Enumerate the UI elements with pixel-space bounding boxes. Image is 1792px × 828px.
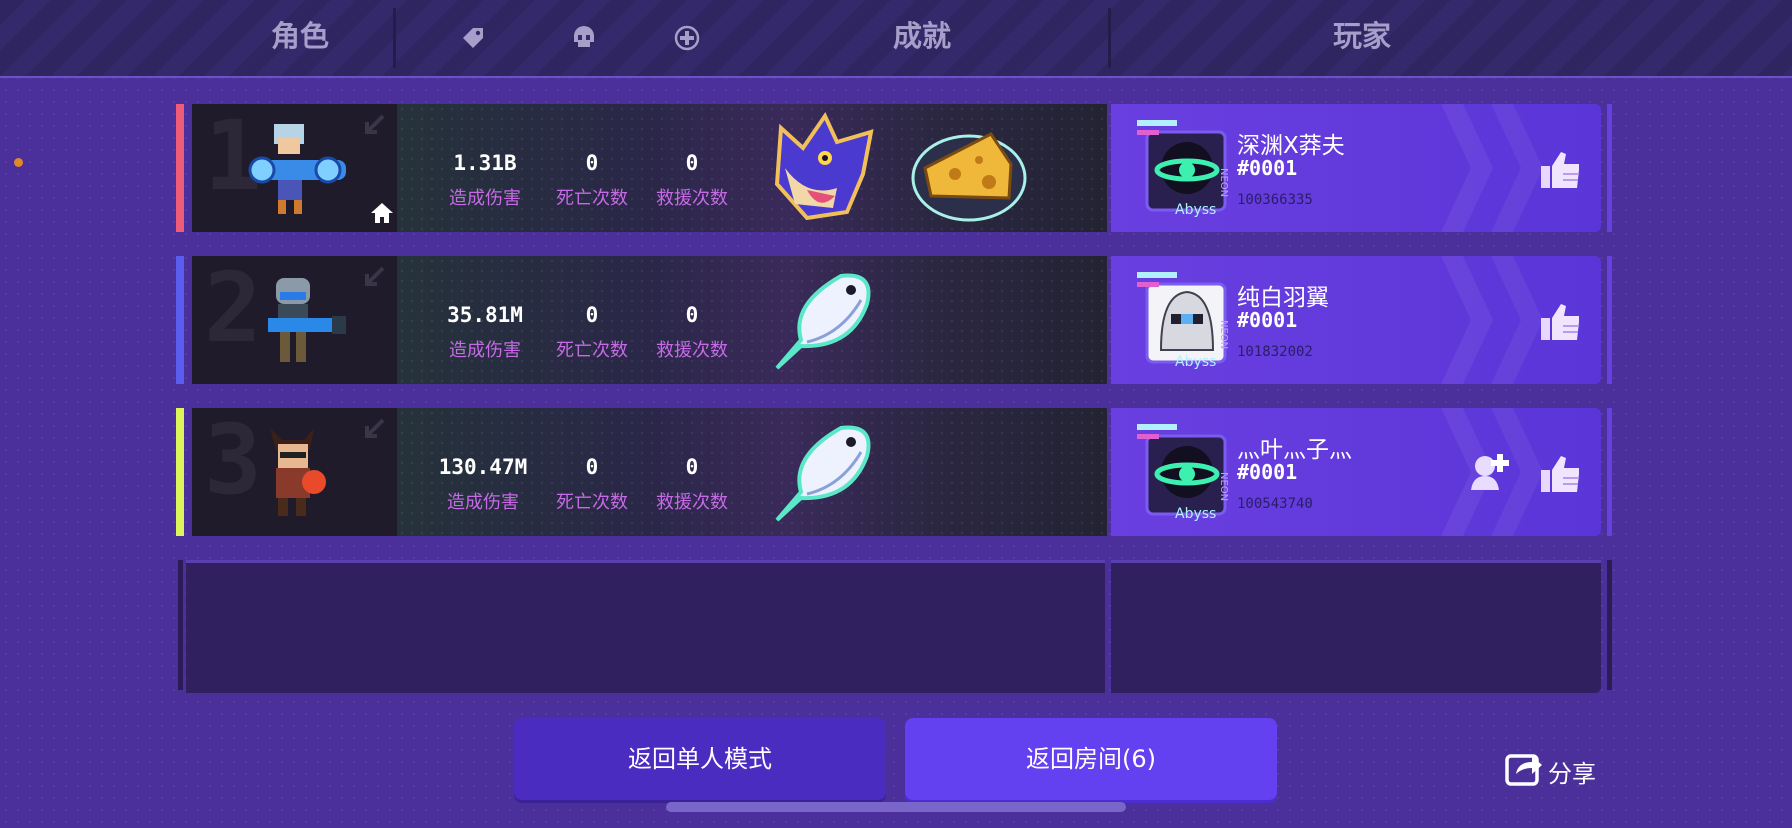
fish-badge-icon[interactable] (771, 416, 881, 526)
player-id: 100543740 (1237, 496, 1313, 512)
row-right-edge (1607, 256, 1612, 384)
tag-icon[interactable] (459, 24, 487, 52)
result-row: 3 130.47M 造成伤害 0 死亡次数 0 救援次数 NEON Abyss … (176, 408, 1613, 536)
empty-slot-player (1111, 560, 1601, 693)
collapse-arrow-icon[interactable] (361, 112, 387, 138)
collapse-arrow-icon[interactable] (361, 264, 387, 290)
home-indicator[interactable] (666, 802, 1126, 812)
result-row: 1 1.31B 造成伤害 0 死亡次数 0 救援次数 NEON Abyss 深渊… (176, 104, 1613, 232)
character-panel: 2 (192, 256, 397, 384)
header-role-label: 角色 (270, 19, 329, 53)
wolf-badge-icon[interactable] (767, 108, 887, 228)
rank-accent-bar (176, 408, 184, 536)
thumbs-up-icon[interactable] (1539, 300, 1583, 344)
avatar-frame-text: Abyss (1175, 354, 1216, 370)
rescues-value: 0 (685, 455, 699, 479)
rescues-stat: 0 救援次数 (637, 302, 747, 362)
results-header: 角色 成就 玩家 (0, 0, 1792, 78)
damage-stat: 130.47M 造成伤害 (415, 454, 551, 514)
collapse-arrow-icon[interactable] (361, 416, 387, 442)
svg-text:NEON: NEON (1218, 472, 1229, 501)
player-id: 100366335 (1237, 192, 1313, 208)
player-avatar[interactable]: NEON Abyss (1131, 118, 1233, 220)
player-id: 101832002 (1237, 344, 1313, 360)
damage-label: 造成伤害 (449, 188, 521, 209)
stats-panel: 35.81M 造成伤害 0 死亡次数 0 救援次数 (397, 256, 1107, 384)
damage-value: 35.81M (447, 303, 523, 327)
deaths-stat: 0 死亡次数 (537, 150, 647, 210)
character-sprite (268, 278, 346, 362)
share-label: 分享 (1548, 760, 1596, 788)
rescues-value: 0 (685, 303, 699, 327)
deaths-label: 死亡次数 (556, 188, 628, 209)
share-icon (1505, 754, 1542, 786)
fish-badge-icon[interactable] (771, 264, 881, 374)
deaths-label: 死亡次数 (556, 340, 628, 361)
player-name: 深渊X莽夫 (1237, 133, 1345, 159)
svg-text:NEON: NEON (1218, 320, 1229, 349)
damage-stat: 1.31B 造成伤害 (425, 150, 545, 210)
player-card: NEON Abyss 深渊X莽夫 #0001 100366335 (1111, 104, 1601, 232)
empty-slot-stats (186, 560, 1105, 693)
rescues-label: 救援次数 (656, 340, 728, 361)
stats-panel: 1.31B 造成伤害 0 死亡次数 0 救援次数 (397, 104, 1107, 232)
character-sprite (248, 124, 346, 214)
cheese-badge-icon[interactable] (909, 112, 1029, 224)
deaths-label: 死亡次数 (556, 492, 628, 513)
header-player-label: 玩家 (1332, 19, 1391, 53)
deaths-value: 0 (585, 303, 599, 327)
rank-accent-bar (176, 104, 184, 232)
player-card: NEON Abyss 纯白羽翼 #0001 101832002 (1111, 256, 1601, 384)
character-panel: 1 (192, 104, 397, 232)
avatar-frame-text: Abyss (1175, 202, 1216, 218)
rescues-label: 救援次数 (656, 492, 728, 513)
player-card: NEON Abyss 灬叶灬子灬 #0001 100543740 (1111, 408, 1601, 536)
player-tag: #0001 (1237, 156, 1298, 180)
empty-player-slot (176, 560, 1613, 693)
back-to-room-button[interactable]: 返回房间(6) (905, 718, 1277, 800)
player-name: 灬叶灬子灬 (1237, 437, 1352, 463)
header-divider (393, 8, 396, 68)
player-tag: #0001 (1237, 460, 1298, 484)
rescues-stat: 0 救援次数 (637, 454, 747, 514)
character-panel: 3 (192, 408, 397, 536)
thumbs-up-icon[interactable] (1539, 452, 1583, 496)
empty-slot-edge (1607, 560, 1612, 690)
result-row: 2 35.81M 造成伤害 0 死亡次数 0 救援次数 NEON Abyss 纯… (176, 256, 1613, 384)
damage-value: 1.31B (453, 151, 517, 175)
rescues-stat: 0 救援次数 (637, 150, 747, 210)
rescues-label: 救援次数 (656, 188, 728, 209)
thumbs-up-icon[interactable] (1539, 148, 1583, 192)
player-avatar[interactable]: NEON Abyss (1131, 422, 1233, 524)
damage-value: 130.47M (438, 455, 528, 479)
deaths-value: 0 (585, 455, 599, 479)
damage-label: 造成伤害 (447, 492, 519, 513)
deaths-stat: 0 死亡次数 (537, 454, 647, 514)
player-avatar[interactable]: NEON Abyss (1131, 270, 1233, 372)
plus-circle-icon[interactable] (673, 24, 701, 52)
rescues-value: 0 (685, 151, 699, 175)
deaths-stat: 0 死亡次数 (537, 302, 647, 362)
header-divider (1108, 8, 1111, 68)
damage-label: 造成伤害 (449, 340, 521, 361)
add-friend-icon[interactable] (1467, 450, 1511, 494)
row-right-edge (1607, 408, 1612, 536)
home-icon (371, 203, 393, 223)
avatar-frame-text: Abyss (1175, 506, 1216, 522)
player-tag: #0001 (1237, 308, 1298, 332)
stats-panel: 130.47M 造成伤害 0 死亡次数 0 救援次数 (397, 408, 1107, 536)
rank-accent-bar (176, 256, 184, 384)
damage-stat: 35.81M 造成伤害 (425, 302, 545, 362)
row-right-edge (1607, 104, 1612, 232)
back-to-single-mode-button[interactable]: 返回单人模式 (514, 718, 886, 800)
player-name: 纯白羽翼 (1237, 285, 1329, 311)
header-achievements-label: 成就 (892, 19, 951, 53)
empty-slot-edge (178, 560, 183, 690)
skull-icon[interactable] (570, 24, 598, 52)
deaths-value: 0 (585, 151, 599, 175)
character-sprite (270, 428, 326, 516)
svg-text:NEON: NEON (1218, 168, 1229, 197)
notification-dot (14, 158, 23, 167)
